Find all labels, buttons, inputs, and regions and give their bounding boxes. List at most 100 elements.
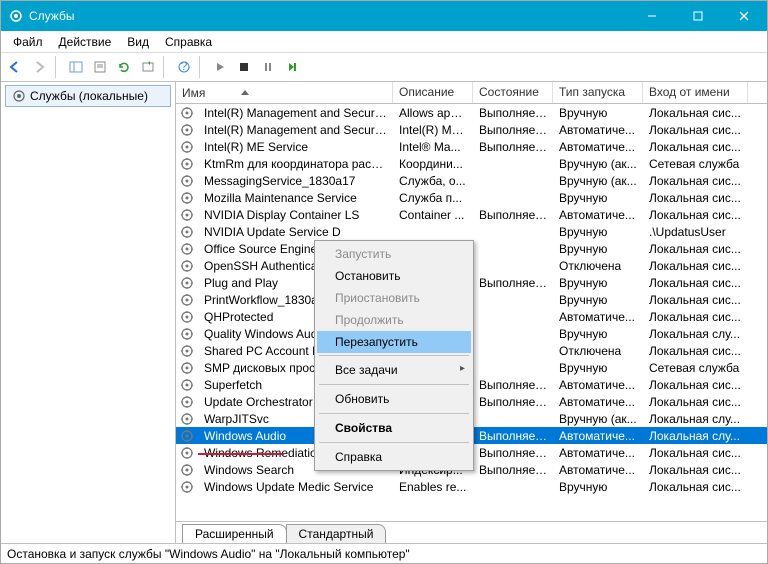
ctx-pause[interactable]: Приостановить bbox=[317, 287, 471, 309]
cell-startup-type: Автоматиче... bbox=[553, 429, 643, 443]
service-row[interactable]: Intel(R) Management and Security Ap...Al… bbox=[176, 104, 767, 121]
gear-icon bbox=[180, 310, 194, 324]
cell-logon-as: Локальная сис... bbox=[643, 140, 748, 154]
stop-service-button[interactable] bbox=[233, 56, 255, 78]
cell-logon-as: Локальная сис... bbox=[643, 446, 748, 460]
cell-description: Intel(R) Ma... bbox=[393, 123, 473, 137]
gear-icon bbox=[180, 293, 194, 307]
cell-startup-type: Вручную bbox=[553, 225, 643, 239]
service-row[interactable]: MessagingService_1830a17Служба, о...Вруч… bbox=[176, 172, 767, 189]
menu-file[interactable]: Файл bbox=[7, 33, 49, 51]
menu-help[interactable]: Справка bbox=[159, 33, 218, 51]
gear-icon bbox=[180, 259, 194, 273]
cell-logon-as: Локальная сис... bbox=[643, 344, 748, 358]
tab-standard[interactable]: Стандартный bbox=[286, 524, 387, 543]
gear-icon bbox=[180, 225, 194, 239]
menu-view[interactable]: Вид bbox=[121, 33, 155, 51]
show-hide-tree-button[interactable] bbox=[65, 56, 87, 78]
cell-startup-type: Автоматиче... bbox=[553, 395, 643, 409]
ctx-separator bbox=[319, 413, 469, 414]
close-button[interactable] bbox=[721, 1, 767, 31]
gear-icon bbox=[180, 276, 194, 290]
cell-state: Выполняется bbox=[473, 446, 553, 460]
col-description[interactable]: Описание bbox=[393, 82, 473, 103]
cell-startup-type: Отключена bbox=[553, 259, 643, 273]
service-row[interactable]: Intel(R) ME ServiceIntel® Ma...Выполняет… bbox=[176, 138, 767, 155]
gear-icon bbox=[180, 123, 194, 137]
view-tabs: Расширенный Стандартный bbox=[176, 521, 767, 543]
col-startup-type[interactable]: Тип запуска bbox=[553, 82, 643, 103]
cell-name: Intel(R) Management and Security Ap... bbox=[198, 123, 393, 137]
cell-startup-type: Вручную bbox=[553, 242, 643, 256]
service-row[interactable]: Mozilla Maintenance ServiceСлужба п...Вр… bbox=[176, 189, 767, 206]
ctx-start[interactable]: Запустить bbox=[317, 243, 471, 265]
gear-icon bbox=[180, 429, 194, 443]
properties-button[interactable] bbox=[89, 56, 111, 78]
cell-logon-as: Локальная сис... bbox=[643, 242, 748, 256]
menu-action[interactable]: Действие bbox=[53, 33, 118, 51]
ctx-stop[interactable]: Остановить bbox=[317, 265, 471, 287]
start-service-button[interactable] bbox=[209, 56, 231, 78]
cell-logon-as: Локальная слу... bbox=[643, 412, 748, 426]
list-header: Имя Описание Состояние Тип запуска Вход … bbox=[176, 82, 767, 104]
cell-logon-as: Локальная сис... bbox=[643, 480, 748, 494]
service-row[interactable]: NVIDIA Display Container LSContainer ...… bbox=[176, 206, 767, 223]
cell-startup-type: Вручную (ак... bbox=[553, 174, 643, 188]
cell-logon-as: Локальная сис... bbox=[643, 293, 748, 307]
forward-button[interactable] bbox=[29, 56, 51, 78]
cell-logon-as: Локальная сис... bbox=[643, 208, 748, 222]
tree-node-services-local[interactable]: Службы (локальные) bbox=[5, 85, 171, 107]
cell-logon-as: Локальная сис... bbox=[643, 378, 748, 392]
gear-icon bbox=[180, 242, 194, 256]
ctx-help[interactable]: Справка bbox=[317, 446, 471, 468]
context-menu: Запустить Остановить Приостановить Продо… bbox=[314, 240, 474, 471]
cell-name: Windows Update Medic Service bbox=[198, 480, 393, 494]
cell-logon-as: Локальная сис... bbox=[643, 310, 748, 324]
ctx-all-tasks[interactable]: Все задачи bbox=[317, 359, 471, 381]
ctx-properties[interactable]: Свойства bbox=[317, 417, 471, 439]
cell-startup-type: Вручную (ак... bbox=[553, 157, 643, 171]
service-row[interactable]: Intel(R) Management and Security Ap...In… bbox=[176, 121, 767, 138]
cell-startup-type: Вручную (ак... bbox=[553, 412, 643, 426]
gear-icon bbox=[180, 327, 194, 341]
ctx-separator bbox=[319, 355, 469, 356]
cell-name: Intel(R) Management and Security Ap... bbox=[198, 106, 393, 120]
cell-logon-as: Локальная сис... bbox=[643, 174, 748, 188]
cell-logon-as: Локальная сис... bbox=[643, 123, 748, 137]
col-logon-as[interactable]: Вход от имени bbox=[643, 82, 748, 103]
help-button[interactable]: ? bbox=[173, 56, 195, 78]
cell-logon-as: Локальная сис... bbox=[643, 276, 748, 290]
cell-startup-type: Автоматиче... bbox=[553, 378, 643, 392]
gear-icon bbox=[180, 395, 194, 409]
cell-startup-type: Автоматиче... bbox=[553, 463, 643, 477]
cell-description: Container ... bbox=[393, 208, 473, 222]
back-button[interactable] bbox=[5, 56, 27, 78]
cell-startup-type: Вручную bbox=[553, 293, 643, 307]
restart-service-button[interactable] bbox=[281, 56, 303, 78]
window-title: Службы bbox=[29, 9, 74, 23]
service-row[interactable]: Windows Update Medic ServiceEnables re..… bbox=[176, 478, 767, 495]
service-row[interactable]: KtmRm для координатора распреде...Коорди… bbox=[176, 155, 767, 172]
ctx-resume[interactable]: Продолжить bbox=[317, 309, 471, 331]
svg-text:?: ? bbox=[181, 60, 188, 73]
cell-startup-type: Вручную bbox=[553, 191, 643, 205]
tab-extended[interactable]: Расширенный bbox=[182, 524, 287, 543]
pause-service-button[interactable] bbox=[257, 56, 279, 78]
cell-description: Координи... bbox=[393, 157, 473, 171]
cell-startup-type: Вручную bbox=[553, 327, 643, 341]
statusbar: Остановка и запуск службы "Windows Audio… bbox=[1, 543, 767, 563]
ctx-restart[interactable]: Перезапустить bbox=[317, 331, 471, 353]
ctx-refresh[interactable]: Обновить bbox=[317, 388, 471, 410]
maximize-button[interactable] bbox=[675, 1, 721, 31]
col-name[interactable]: Имя bbox=[176, 82, 393, 103]
cell-startup-type: Автоматиче... bbox=[553, 446, 643, 460]
export-button[interactable] bbox=[137, 56, 159, 78]
minimize-button[interactable] bbox=[629, 1, 675, 31]
cell-logon-as: Локальная слу... bbox=[643, 327, 748, 341]
col-state[interactable]: Состояние bbox=[473, 82, 553, 103]
refresh-button[interactable] bbox=[113, 56, 135, 78]
gear-icon bbox=[180, 361, 194, 375]
service-row[interactable]: NVIDIA Update Service DВручную.\UpdatusU… bbox=[176, 223, 767, 240]
menubar: Файл Действие Вид Справка bbox=[1, 31, 767, 53]
cell-description: Enables re... bbox=[393, 480, 473, 494]
